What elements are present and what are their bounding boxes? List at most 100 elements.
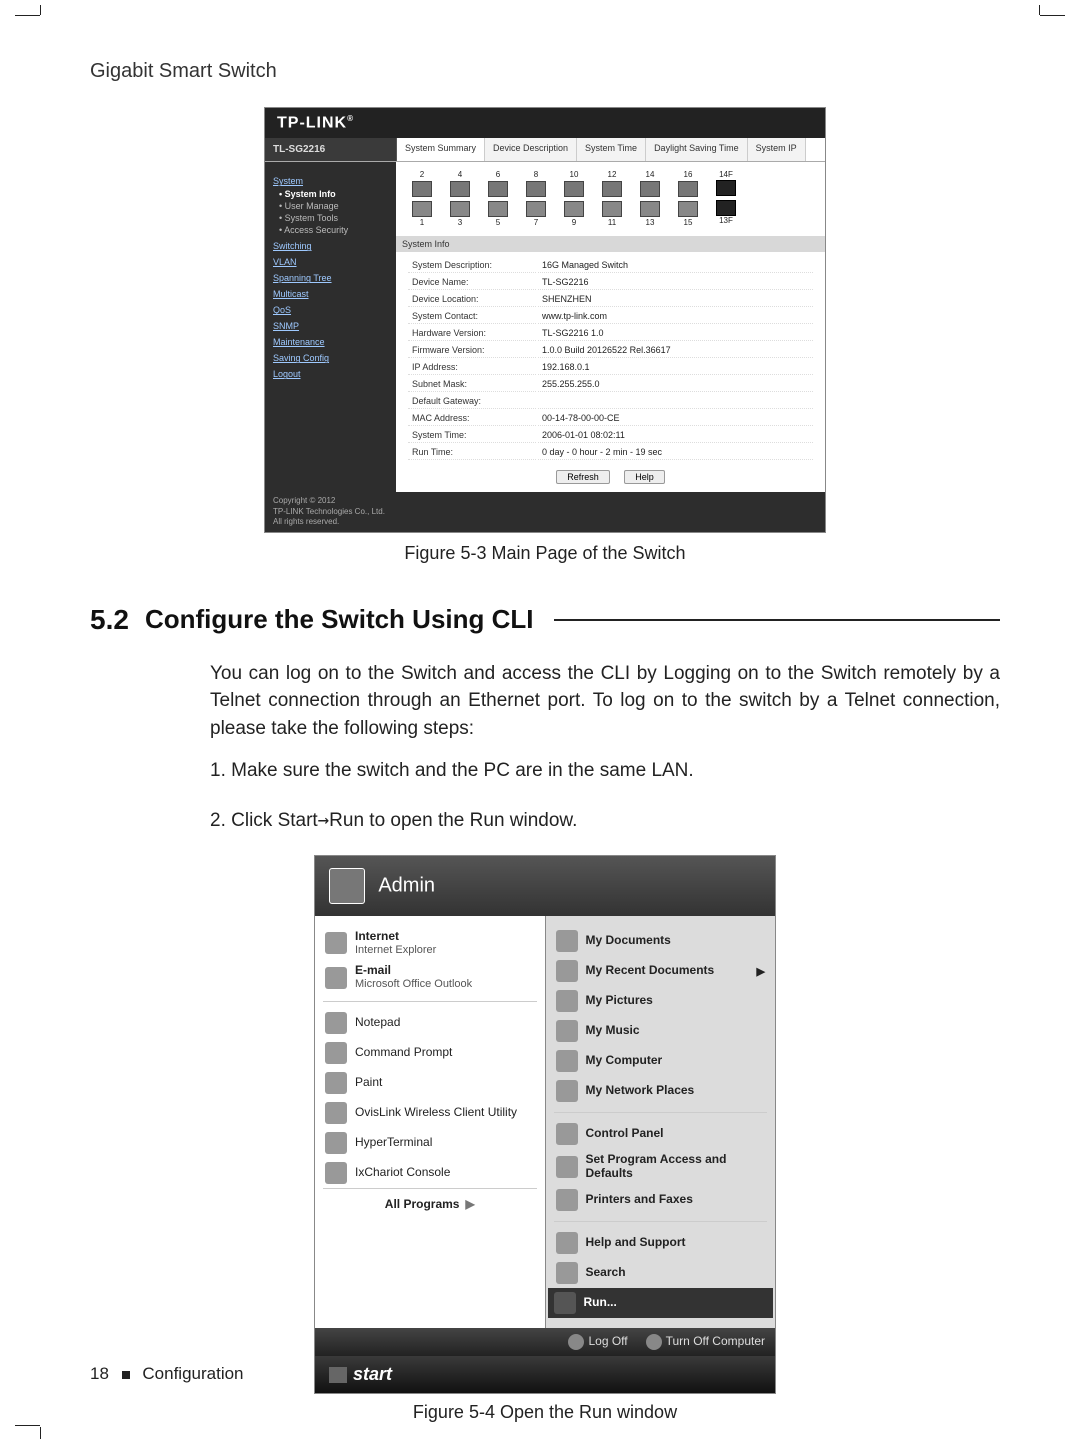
start-menu-item[interactable]: Set Program Access and Defaults <box>554 1149 768 1185</box>
program-icon <box>325 1012 347 1034</box>
windows-flag-icon <box>329 1367 347 1383</box>
sfp-port-icon[interactable] <box>716 200 736 216</box>
sidebar-section[interactable]: Spanning Tree <box>273 273 388 283</box>
port-icon[interactable] <box>678 181 698 197</box>
logoff-button[interactable]: Log Off <box>568 1334 627 1350</box>
taskbar-start-button[interactable]: start <box>315 1356 775 1393</box>
step-1: 1. Make sure the switch and the PC are i… <box>210 756 1000 785</box>
sysinfo-heading: System Info <box>396 236 825 252</box>
folder-icon <box>556 1232 578 1254</box>
sysinfo-table: System Description:16G Managed SwitchDev… <box>406 256 815 462</box>
sidebar-section[interactable]: Multicast <box>273 289 388 299</box>
sidebar-item[interactable]: • User Manage <box>279 201 388 211</box>
folder-icon <box>556 1156 578 1178</box>
start-menu-item[interactable]: My Network Places <box>554 1076 768 1106</box>
table-row: Device Location:SHENZHEN <box>408 292 813 307</box>
start-menu-item[interactable]: HyperTerminal <box>323 1128 537 1158</box>
crop-marks-bottom <box>0 1425 1080 1427</box>
start-menu-user: Admin <box>378 875 435 897</box>
table-row: Firmware Version:1.0.0 Build 20126522 Re… <box>408 343 813 358</box>
page-number: 18 <box>90 1364 109 1383</box>
start-menu-item[interactable]: My Music <box>554 1016 768 1046</box>
start-menu-item[interactable]: InternetInternet Explorer <box>323 926 537 960</box>
switch-brand: TP-LINK® <box>265 108 825 138</box>
port-icon[interactable] <box>678 201 698 217</box>
table-row: System Time:2006-01-01 08:02:11 <box>408 428 813 443</box>
start-menu-item[interactable]: Paint <box>323 1068 537 1098</box>
switch-tab[interactable]: System IP <box>748 138 806 161</box>
port-icon[interactable] <box>640 181 660 197</box>
start-menu-item[interactable]: IxChariot Console <box>323 1158 537 1188</box>
table-row: Hardware Version:TL-SG2216 1.0 <box>408 326 813 341</box>
figure-5-4-caption: Figure 5-4 Open the Run window <box>90 1402 1000 1423</box>
port-icon[interactable] <box>450 181 470 197</box>
sidebar-section[interactable]: Switching <box>273 241 388 251</box>
program-icon <box>325 1162 347 1184</box>
folder-icon <box>556 1123 578 1145</box>
start-menu-item[interactable]: Notepad <box>323 1008 537 1038</box>
table-row: IP Address:192.168.0.1 <box>408 360 813 375</box>
folder-icon <box>556 990 578 1012</box>
section-title: Configure the Switch Using CLI <box>145 604 534 635</box>
start-menu-item[interactable]: Control Panel <box>554 1119 768 1149</box>
start-menu-item[interactable]: Search <box>554 1258 768 1288</box>
sidebar-section[interactable]: System <box>273 176 388 186</box>
turnoff-button[interactable]: Turn Off Computer <box>646 1334 765 1350</box>
switch-tab[interactable]: System Time <box>577 138 646 161</box>
figure-5-3-switch-ui: TP-LINK® TL-SG2216 System SummaryDevice … <box>264 107 826 533</box>
help-button[interactable]: Help <box>624 470 665 484</box>
start-menu-item[interactable]: My Computer <box>554 1046 768 1076</box>
switch-tab[interactable]: Device Description <box>485 138 577 161</box>
start-menu-item[interactable]: My Recent Documents▶ <box>554 956 768 986</box>
start-menu-item[interactable]: Help and Support <box>554 1228 768 1258</box>
refresh-button[interactable]: Refresh <box>556 470 610 484</box>
port-icon[interactable] <box>488 181 508 197</box>
port-icon[interactable] <box>526 201 546 217</box>
table-row: Device Name:TL-SG2216 <box>408 275 813 290</box>
switch-tab[interactable]: Daylight Saving Time <box>646 138 748 161</box>
table-row: MAC Address:00-14-78-00-00-CE <box>408 411 813 426</box>
port-icon[interactable] <box>526 181 546 197</box>
all-programs-button[interactable]: All Programs▶ <box>323 1188 537 1219</box>
running-header: Gigabit Smart Switch <box>90 60 1000 83</box>
sidebar-item[interactable]: • System Tools <box>279 213 388 223</box>
start-menu-item[interactable]: My Pictures <box>554 986 768 1016</box>
sidebar-section[interactable]: QoS <box>273 305 388 315</box>
port-icon[interactable] <box>412 201 432 217</box>
sidebar-section[interactable]: Saving Config <box>273 353 388 363</box>
start-menu-item[interactable]: Command Prompt <box>323 1038 537 1068</box>
sidebar-section[interactable]: VLAN <box>273 257 388 267</box>
sfp-port-icon[interactable] <box>716 180 736 196</box>
sidebar-section[interactable]: SNMP <box>273 321 388 331</box>
start-menu-item[interactable]: E-mailMicrosoft Office Outlook <box>323 960 537 994</box>
sidebar-section[interactable]: Maintenance <box>273 337 388 347</box>
page-footer: 18 Configuration <box>90 1364 244 1384</box>
crop-marks-top <box>0 15 1080 17</box>
start-menu-item[interactable]: My Documents <box>554 926 768 956</box>
port-icon[interactable] <box>602 181 622 197</box>
start-menu-item[interactable]: OvisLink Wireless Client Utility <box>323 1098 537 1128</box>
port-icon[interactable] <box>564 181 584 197</box>
figure-5-4-start-menu: Admin InternetInternet ExplorerE-mailMic… <box>314 855 776 1394</box>
port-icon[interactable] <box>450 201 470 217</box>
sidebar-item[interactable]: • Access Security <box>279 225 388 235</box>
table-row: System Contact:www.tp-link.com <box>408 309 813 324</box>
sidebar-item[interactable]: • System Info <box>279 189 388 199</box>
switch-tab[interactable]: System Summary <box>397 138 485 161</box>
port-icon[interactable] <box>640 201 660 217</box>
port-icon[interactable] <box>564 201 584 217</box>
sidebar-section[interactable]: Logout <box>273 369 388 379</box>
folder-icon <box>556 1050 578 1072</box>
intro-paragraph: You can log on to the Switch and access … <box>210 660 1000 743</box>
run-menu-item[interactable]: Run... <box>548 1288 774 1318</box>
port-icon[interactable] <box>488 201 508 217</box>
port-icon[interactable] <box>602 201 622 217</box>
port-icon[interactable] <box>412 181 432 197</box>
switch-copyright: Copyright © 2012TP-LINK Technologies Co.… <box>265 492 825 531</box>
start-menu-item[interactable]: Printers and Faxes <box>554 1185 768 1215</box>
step-2: 2. Click Start→Run to open the Run windo… <box>210 806 1000 835</box>
logoff-icon <box>568 1334 584 1350</box>
section-heading: 5.2 Configure the Switch Using CLI <box>90 604 1000 636</box>
program-icon <box>325 932 347 954</box>
folder-icon <box>556 1262 578 1284</box>
